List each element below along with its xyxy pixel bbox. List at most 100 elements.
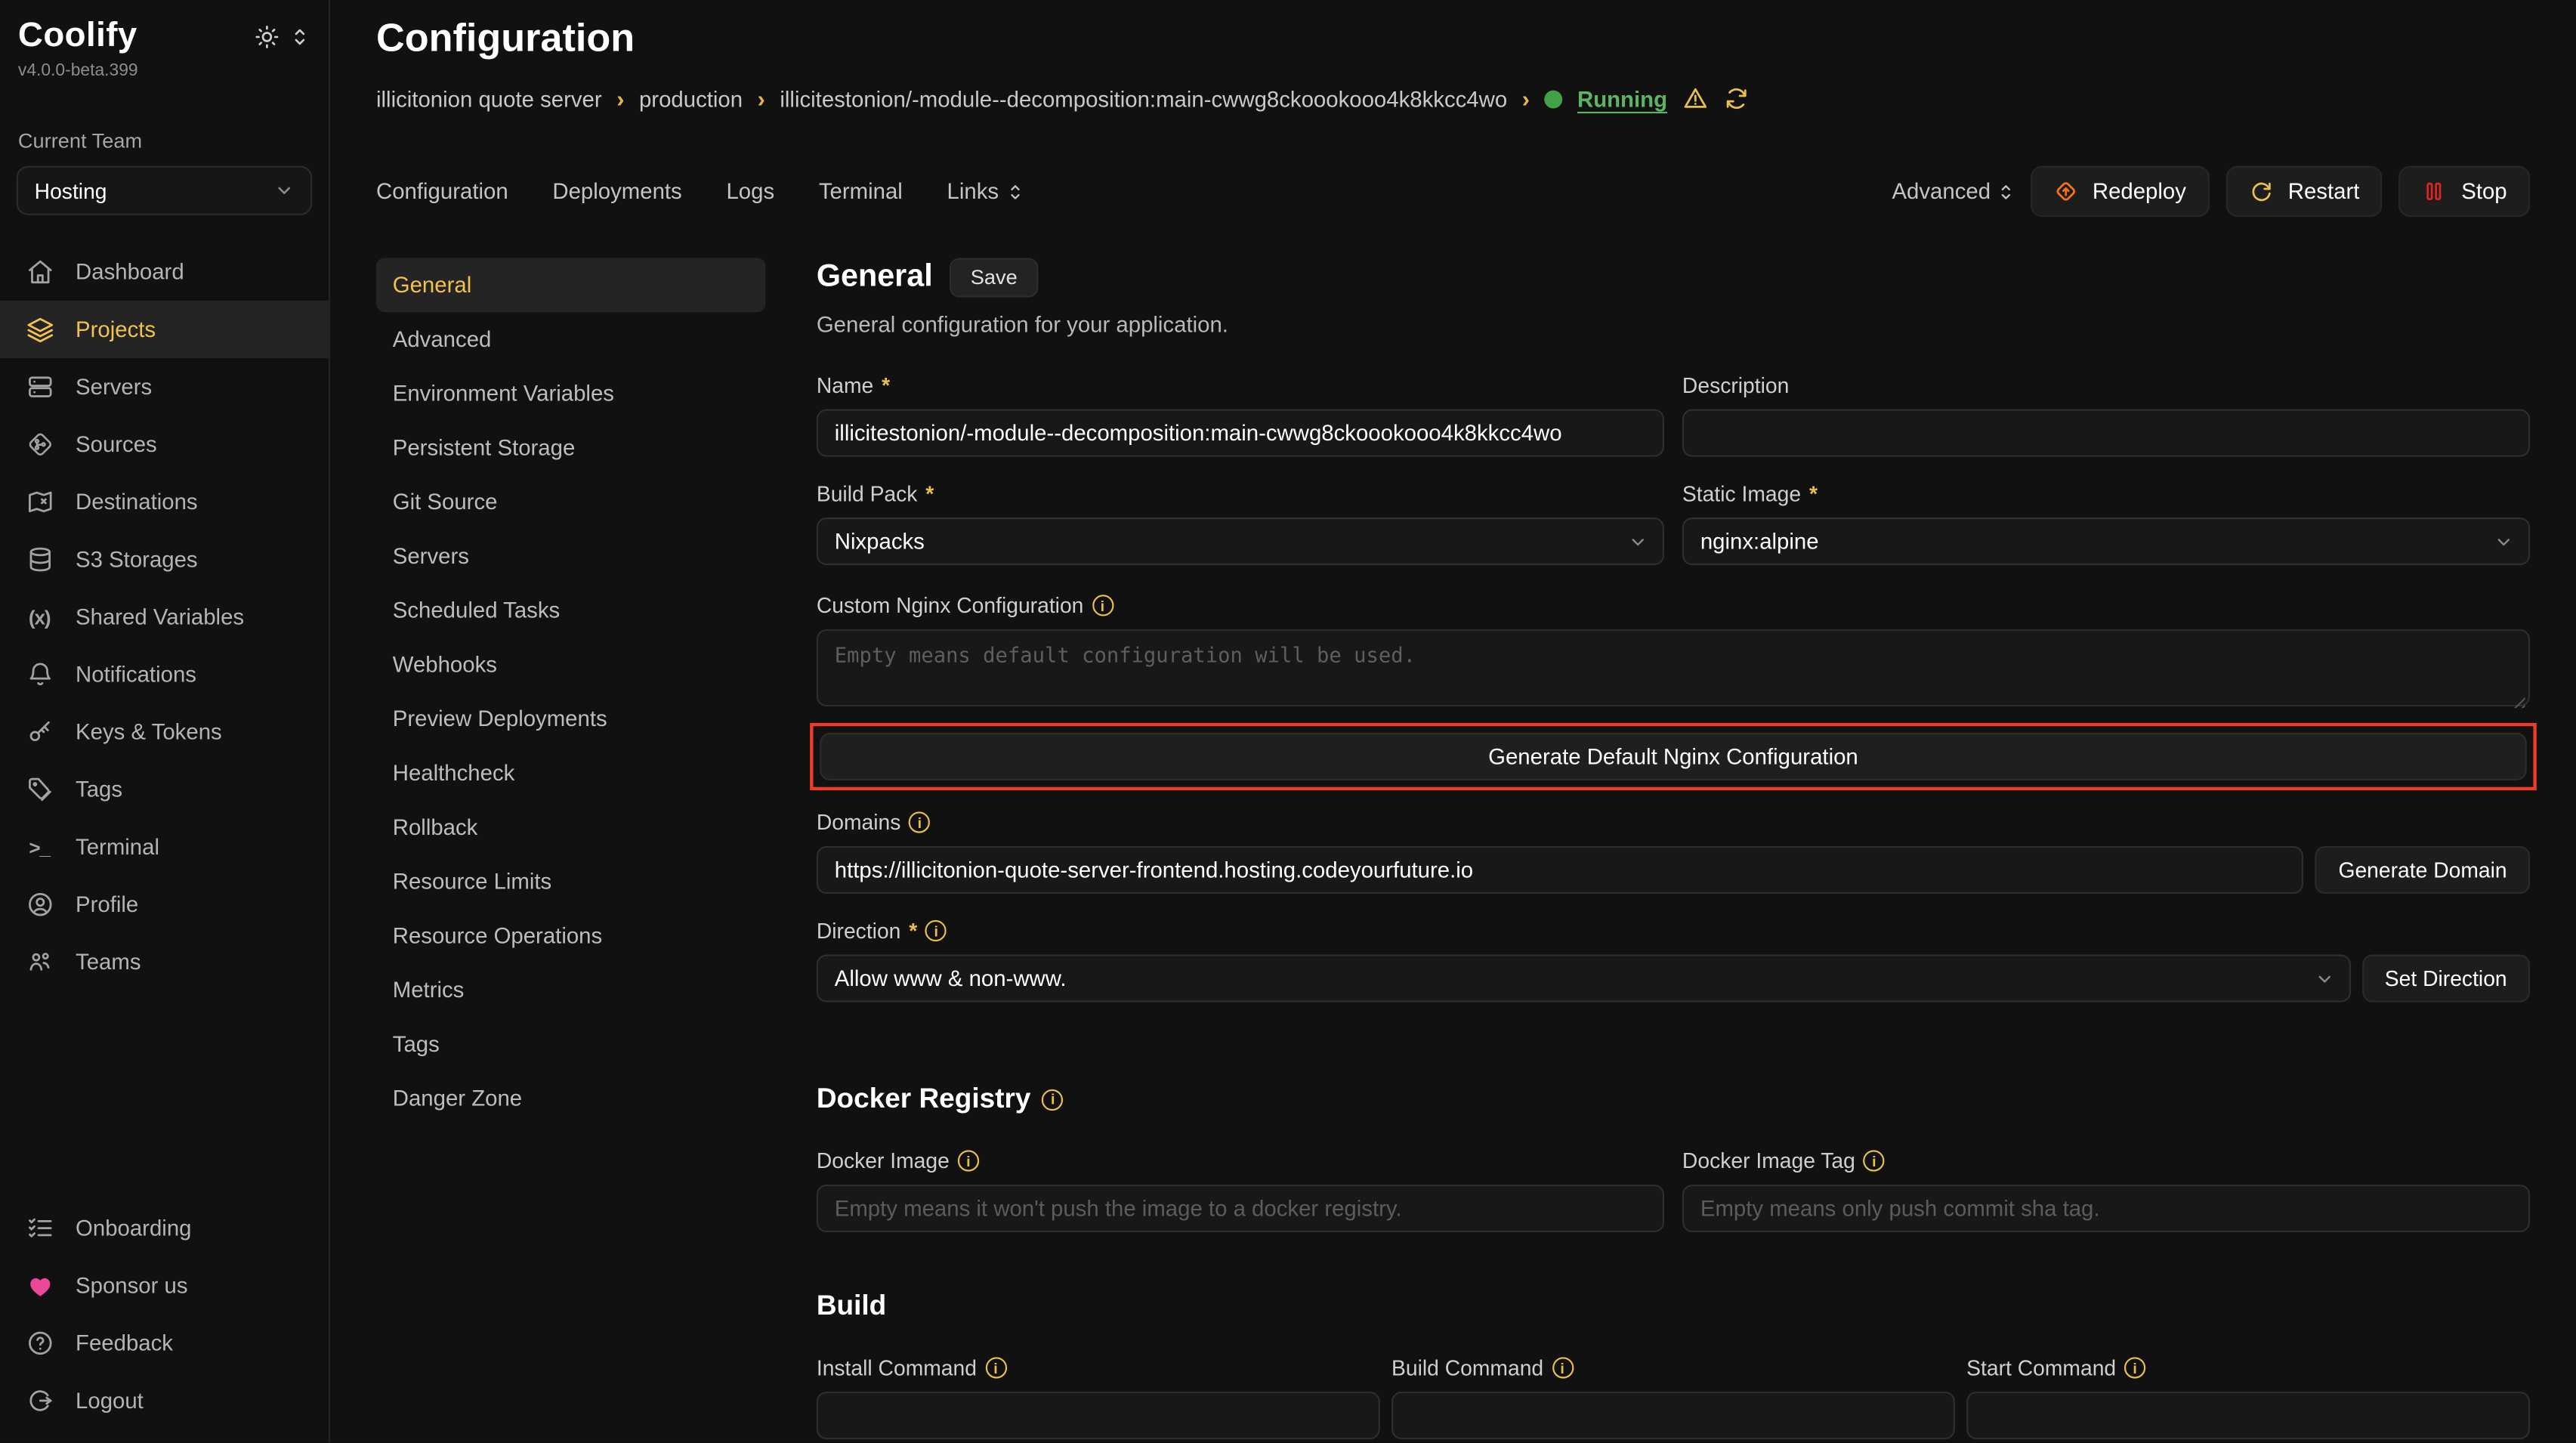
sidebar-item-label: Profile bbox=[76, 892, 138, 917]
subnav-preview-deployments[interactable]: Preview Deployments bbox=[376, 692, 765, 746]
theme-sun-icon[interactable] bbox=[255, 24, 280, 49]
subnav-advanced[interactable]: Advanced bbox=[376, 312, 765, 366]
refresh-icon[interactable] bbox=[1723, 85, 1750, 112]
sidebar-item-dashboard[interactable]: Dashboard bbox=[0, 243, 329, 301]
subnav-git-source[interactable]: Git Source bbox=[376, 474, 765, 529]
warning-triangle-icon[interactable] bbox=[1682, 85, 1709, 112]
sidebar-item-destinations[interactable]: Destinations bbox=[0, 473, 329, 530]
redeploy-button[interactable]: Redeploy bbox=[2030, 166, 2209, 217]
sidebar-bottom-nav: Onboarding Sponsor us Feedback Logout bbox=[0, 1200, 329, 1429]
subnav-resource-operations[interactable]: Resource Operations bbox=[376, 909, 765, 963]
domains-label: Domains i bbox=[817, 810, 2530, 835]
generate-default-nginx-configuration-button[interactable]: Generate Default Nginx Configuration bbox=[820, 733, 2527, 780]
subnav-persistent-storage[interactable]: Persistent Storage bbox=[376, 421, 765, 475]
sidebar-item-label: Feedback bbox=[76, 1331, 173, 1356]
generate-domain-button[interactable]: Generate Domain bbox=[2315, 846, 2530, 894]
save-button[interactable]: Save bbox=[949, 258, 1039, 297]
direction-value: Allow www & non-www. bbox=[835, 966, 1067, 991]
static-image-select[interactable]: nginx:alpine bbox=[1682, 518, 2530, 565]
static-image-label: Static Image* bbox=[1682, 481, 2530, 506]
build-command-input[interactable] bbox=[1391, 1392, 1955, 1439]
subnav-servers[interactable]: Servers bbox=[376, 529, 765, 583]
required-asterisk: * bbox=[1809, 481, 1818, 506]
team-select[interactable]: Hosting bbox=[17, 166, 312, 215]
custom-nginx-textarea[interactable] bbox=[817, 629, 2530, 706]
tab-deployments[interactable]: Deployments bbox=[552, 179, 681, 204]
name-input[interactable] bbox=[817, 409, 1664, 457]
sidebar-item-tags[interactable]: Tags bbox=[0, 761, 329, 818]
tab-logs[interactable]: Logs bbox=[726, 179, 774, 204]
sidebar-item-terminal[interactable]: >_ Terminal bbox=[0, 818, 329, 876]
info-icon[interactable]: i bbox=[1092, 595, 1113, 616]
info-icon[interactable]: i bbox=[1864, 1150, 1885, 1171]
info-icon[interactable]: i bbox=[925, 920, 947, 941]
sidebar-item-servers[interactable]: Servers bbox=[0, 358, 329, 416]
tab-links[interactable]: Links bbox=[947, 179, 1024, 204]
docker-image-tag-input[interactable] bbox=[1682, 1185, 2530, 1232]
sidebar-item-label: Notifications bbox=[76, 662, 196, 687]
sidebar-item-sponsor-us[interactable]: Sponsor us bbox=[0, 1257, 329, 1315]
info-icon[interactable]: i bbox=[958, 1150, 979, 1171]
advanced-dropdown-label: Advanced bbox=[1892, 179, 1991, 204]
set-direction-button[interactable]: Set Direction bbox=[2361, 955, 2530, 1003]
domains-input[interactable] bbox=[817, 846, 2304, 894]
info-icon[interactable]: i bbox=[985, 1357, 1006, 1378]
tab-terminal[interactable]: Terminal bbox=[819, 179, 903, 204]
info-icon[interactable]: i bbox=[1042, 1089, 1064, 1110]
sidebar-item-keys-tokens[interactable]: Keys & Tokens bbox=[0, 703, 329, 761]
required-asterisk: * bbox=[909, 919, 917, 944]
info-icon[interactable]: i bbox=[2124, 1357, 2145, 1378]
status-dot bbox=[1544, 90, 1562, 108]
sidebar-item-feedback[interactable]: Feedback bbox=[0, 1315, 329, 1372]
sidebar-item-label: Onboarding bbox=[76, 1216, 191, 1241]
tags-icon bbox=[25, 774, 54, 804]
subnav-danger-zone[interactable]: Danger Zone bbox=[376, 1071, 765, 1126]
sidebar-item-sources[interactable]: Sources bbox=[0, 416, 329, 473]
description-input[interactable] bbox=[1682, 409, 2530, 457]
subnav-tags[interactable]: Tags bbox=[376, 1017, 765, 1071]
section-heading-docker-registry: Docker Registry i bbox=[817, 1083, 2530, 1115]
subnav-rollback[interactable]: Rollback bbox=[376, 800, 765, 854]
build-pack-label: Build Pack* bbox=[817, 481, 1664, 506]
direction-select[interactable]: Allow www & non-www. bbox=[817, 955, 2350, 1003]
start-command-input[interactable] bbox=[1966, 1392, 2530, 1439]
stop-button[interactable]: Stop bbox=[2399, 166, 2531, 217]
sidebar-item-shared-variables[interactable]: (x) Shared Variables bbox=[0, 589, 329, 646]
sidebar-item-projects[interactable]: Projects bbox=[0, 301, 329, 358]
info-icon[interactable]: i bbox=[909, 811, 930, 833]
sidebar-item-notifications[interactable]: Notifications bbox=[0, 646, 329, 703]
subnav-metrics[interactable]: Metrics bbox=[376, 963, 765, 1017]
tab-configuration[interactable]: Configuration bbox=[376, 179, 508, 204]
docker-image-tag-label: Docker Image Tag i bbox=[1682, 1148, 2530, 1173]
theme-selector-chevrons-icon[interactable] bbox=[291, 26, 309, 47]
info-icon[interactable]: i bbox=[1552, 1357, 1573, 1378]
subnav-healthcheck[interactable]: Healthcheck bbox=[376, 746, 765, 800]
subnav-general[interactable]: General bbox=[376, 258, 765, 312]
sidebar-nav: Dashboard Projects Servers Sources Desti… bbox=[0, 243, 329, 991]
sidebar-item-onboarding[interactable]: Onboarding bbox=[0, 1200, 329, 1257]
docker-image-input[interactable] bbox=[817, 1185, 1664, 1232]
sidebar-item-logout[interactable]: Logout bbox=[0, 1372, 329, 1429]
sidebar-item-s3-storages[interactable]: S3 Storages bbox=[0, 530, 329, 588]
subnav-scheduled-tasks[interactable]: Scheduled Tasks bbox=[376, 583, 765, 638]
general-form: General Save General configuration for y… bbox=[817, 258, 2530, 1442]
subnav-environment-variables[interactable]: Environment Variables bbox=[376, 366, 765, 421]
breadcrumb-project[interactable]: illicitonion quote server bbox=[376, 86, 602, 111]
subnav-resource-limits[interactable]: Resource Limits bbox=[376, 854, 765, 909]
restart-button[interactable]: Restart bbox=[2225, 166, 2383, 217]
build-pack-select[interactable]: Nixpacks bbox=[817, 518, 1664, 565]
team-select-value: Hosting bbox=[35, 178, 275, 203]
tab-links-label: Links bbox=[947, 179, 999, 204]
breadcrumb-application[interactable]: illicitestonion/-module--decomposition:m… bbox=[780, 86, 1507, 111]
install-command-input[interactable] bbox=[817, 1392, 1380, 1439]
sidebar-item-teams[interactable]: Teams bbox=[0, 933, 329, 990]
current-team-label: Current Team bbox=[18, 130, 310, 153]
logout-icon bbox=[25, 1386, 54, 1415]
chevron-right-icon: › bbox=[758, 85, 765, 112]
subnav-webhooks[interactable]: Webhooks bbox=[376, 638, 765, 692]
status-badge[interactable]: Running bbox=[1577, 86, 1667, 111]
breadcrumb-environment[interactable]: production bbox=[639, 86, 743, 111]
advanced-dropdown[interactable]: Advanced bbox=[1892, 179, 2013, 204]
tab-bar: Configuration Deployments Logs Terminal … bbox=[376, 166, 2530, 217]
sidebar-item-profile[interactable]: Profile bbox=[0, 876, 329, 933]
